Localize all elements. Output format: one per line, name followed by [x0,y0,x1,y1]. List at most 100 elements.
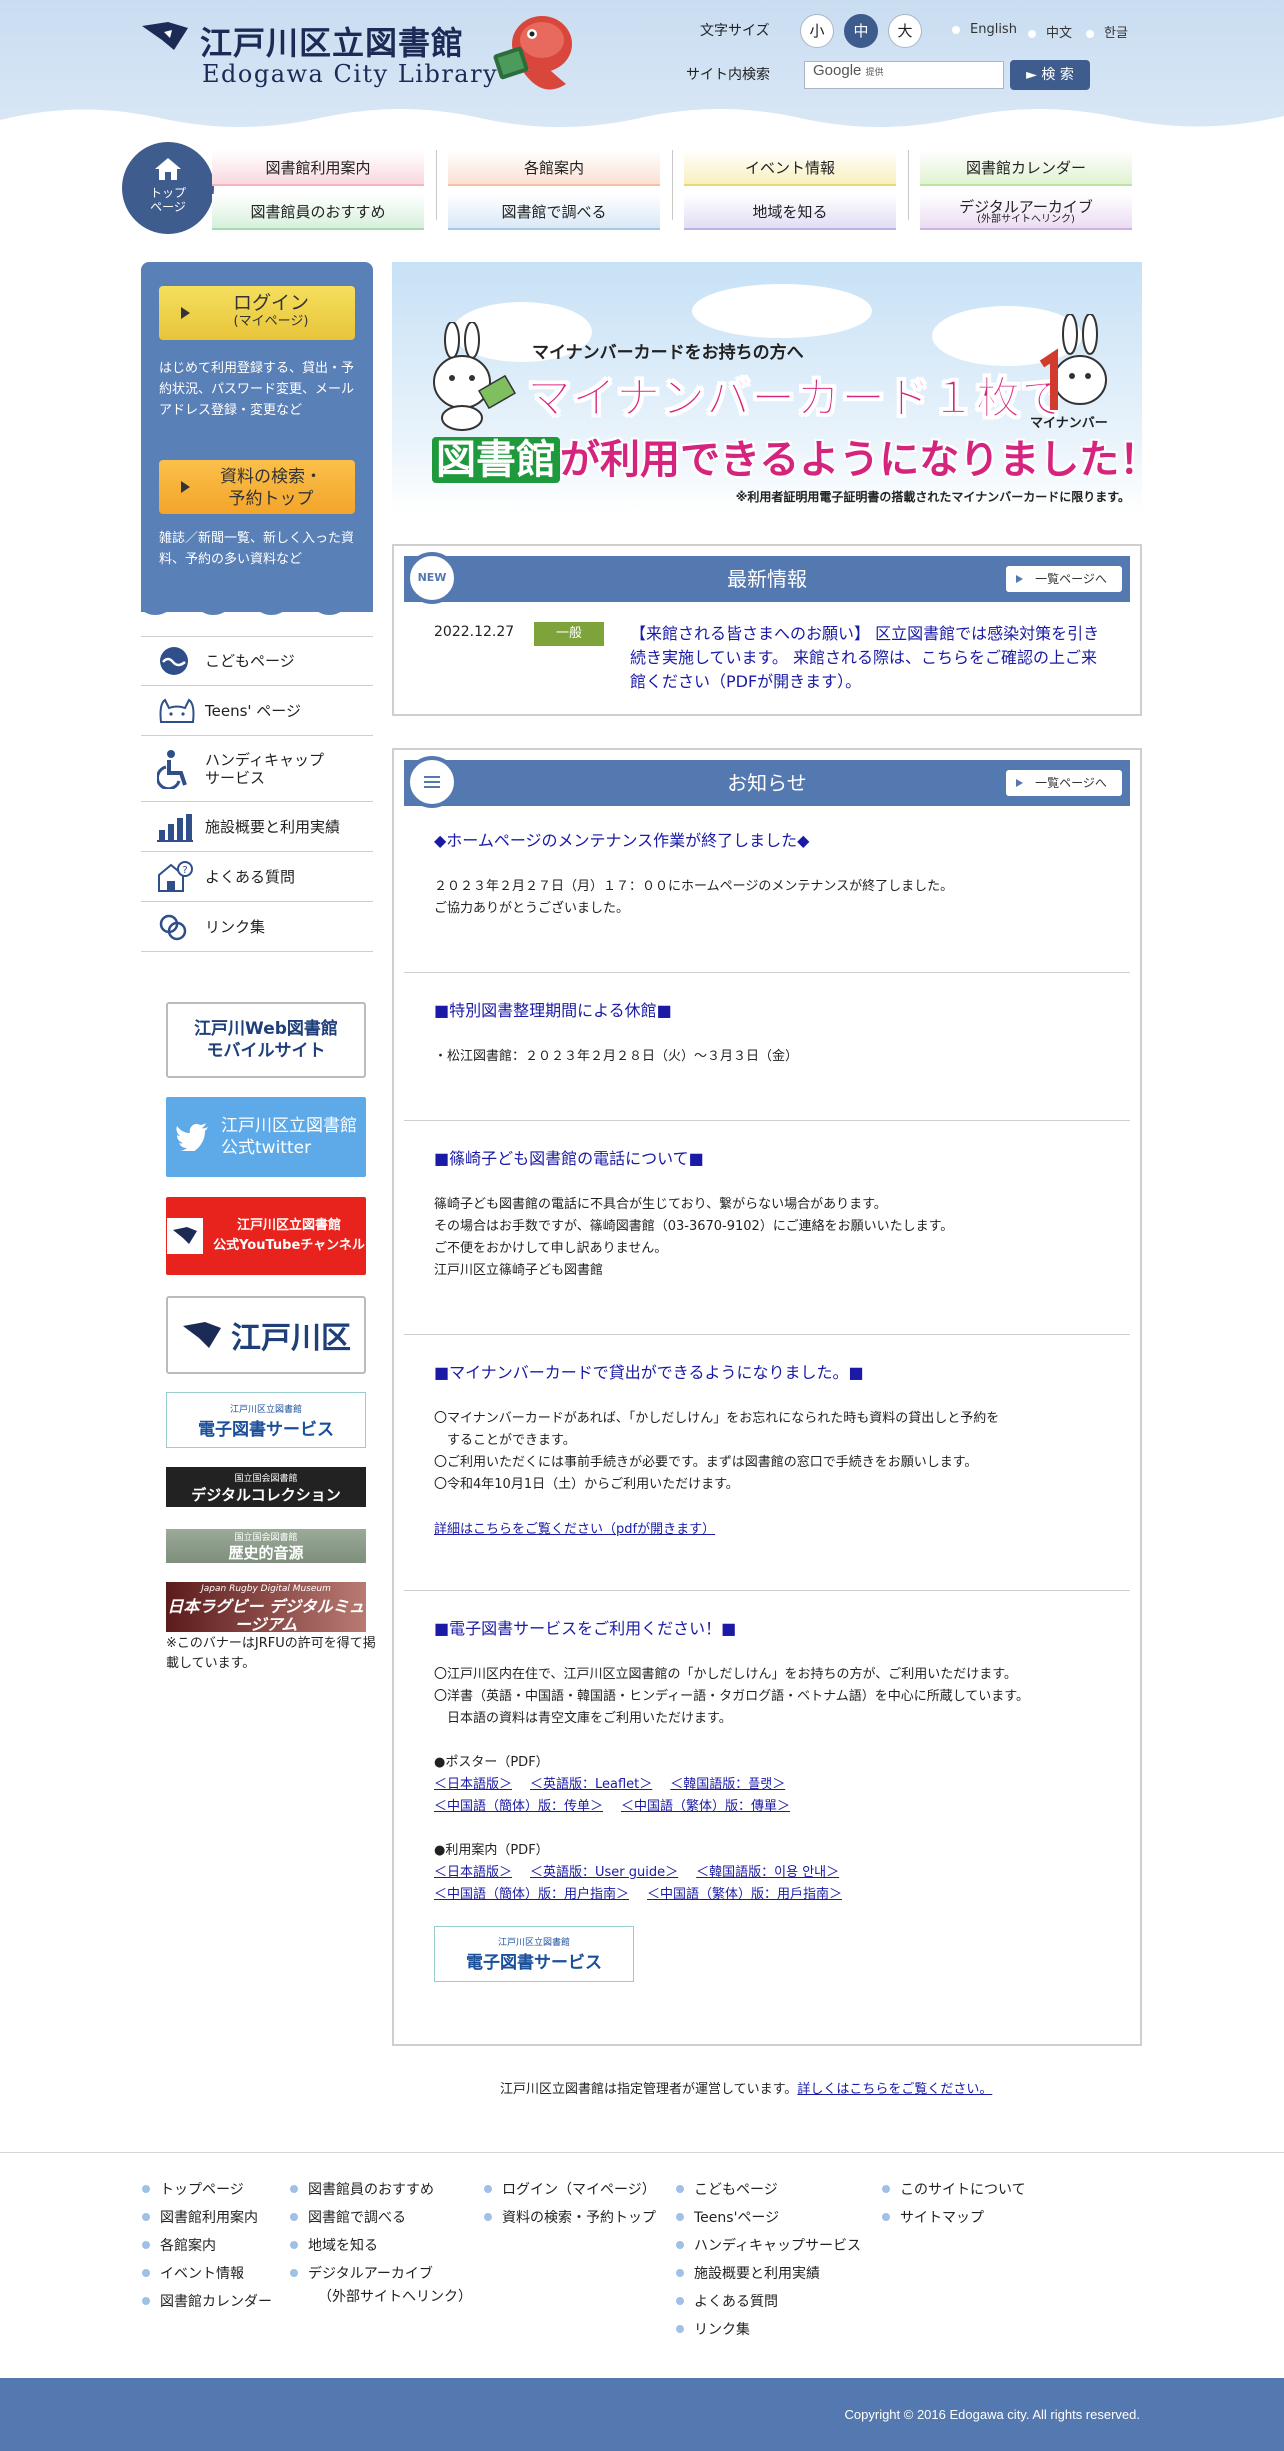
notices-more-button[interactable]: 一覧ページへ [1006,770,1122,796]
guide-link-zh-hans[interactable]: ＜中国語（簡体）版：用户指南＞ [434,1887,629,1902]
notice-title[interactable]: ■マイナンバーカードで貸出ができるようになりました。■ [434,1362,1104,1384]
notices-title: お知らせ [727,771,807,795]
site-logo[interactable]: 江戸川区立図書館 Edogawa City Library [140,16,580,98]
notice-title[interactable]: ■電子図書サービスをご利用ください！■ [434,1618,1104,1640]
guide-link-ja[interactable]: ＜日本語版＞ [434,1865,512,1880]
sidebar-item-teens[interactable]: Teens' ページ [141,686,373,736]
news-title-link[interactable]: 【来館される皆さまへのお願い】 区立図書館では感染対策を引き続き実施しています。… [630,622,1110,694]
search-button-label: 検 索 [1041,67,1074,83]
search-placeholder-suffix: 提供 [865,67,884,77]
footer-link[interactable]: サイトマップ [882,2204,1026,2232]
library-logo-icon [167,1218,204,1254]
historical-recordings-banner[interactable]: 国立国会図書館 歴史的音源 [166,1529,366,1563]
login-label: ログイン [232,292,309,314]
footer-link[interactable]: 資料の検索・予約トップ [484,2204,656,2232]
notice-divider [404,1334,1130,1335]
notice-title[interactable]: ■篠崎子ども図書館の電話について■ [434,1148,1104,1170]
nav-digital-archive[interactable]: デジタルアーカイブ (外部サイトへリンク) [920,194,1132,230]
nav-events[interactable]: イベント情報 [684,150,896,186]
footer-link[interactable]: 図書館カレンダー [142,2288,272,2316]
sidebar-item-links[interactable]: リンク集 [141,902,373,952]
guide-link-zh-hant[interactable]: ＜中国語（繁体）版：用戶指南＞ [647,1887,842,1902]
font-size-large-button[interactable]: 大 [888,14,922,48]
font-size-medium-button[interactable]: 中 [844,14,878,48]
footer-link[interactable]: デジタルアーカイブ （外部サイトへリンク） [290,2260,472,2306]
sidebar-item-kids[interactable]: こどもページ [141,636,373,686]
guide-label: ●利用案内（PDF） [434,1843,549,1858]
nav-top-page-button[interactable]: トップ ページ [122,142,214,234]
management-link[interactable]: 詳しくはこちらをご覧ください。 [797,2082,992,2097]
home-icon [155,158,181,180]
arrow-right-icon [181,307,190,319]
poster-link-zh-hans[interactable]: ＜中国語（簡体）版：传单＞ [434,1799,603,1814]
footer-link[interactable]: ログイン（マイページ） [484,2176,656,2204]
footer-link[interactable]: Teens'ページ [676,2204,861,2232]
site-search-input[interactable]: Google 提供 [804,61,1004,89]
mynumber-detail-link[interactable]: 詳細はこちらをご覧ください（pdfが開きます） [434,1518,1104,1537]
search-button[interactable]: ► 検 索 [1010,60,1090,90]
nav-research[interactable]: 図書館で調べる [448,194,660,230]
footer-link[interactable]: 施設概要と利用実績 [676,2260,861,2288]
notices-header: お知らせ 一覧ページへ [404,756,1130,808]
sidebar-item-label: ハンディキャップ サービス [205,750,324,787]
footer-link[interactable]: ハンディキャップサービス [676,2232,861,2260]
poster-link-ko[interactable]: ＜韓国語版：플랫＞ [670,1777,785,1792]
nav-staff-picks[interactable]: 図書館員のおすすめ [212,194,424,230]
guide-link-en[interactable]: ＜英語版：User guide＞ [530,1865,678,1880]
mobile-site-banner[interactable]: 江戸川Web図書館 モバイルサイト [166,1002,366,1078]
nav-separator [672,150,673,220]
footer-link[interactable]: 図書館で調べる [290,2204,472,2232]
login-button[interactable]: ログイン (マイページ) [159,286,355,340]
edogawa-ward-banner[interactable]: 江戸川区 [166,1296,366,1374]
sidebar-item-accessibility[interactable]: ハンディキャップ サービス [141,736,373,802]
poster-link-ja[interactable]: ＜日本語版＞ [434,1777,512,1792]
poster-link-zh-hant[interactable]: ＜中国語（繁体）版：傳單＞ [621,1799,790,1814]
nav-local-area[interactable]: 地域を知る [684,194,896,230]
wheelchair-icon [157,749,187,789]
copyright: Copyright © 2016 Edogawa city. All right… [0,2378,1284,2451]
footer-link[interactable]: このサイトについて [882,2176,1026,2204]
notice-title[interactable]: ◆ホームページのメンテナンス作業が終了しました◆ [434,830,1104,852]
catalog-search-button[interactable]: 資料の検索・ 予約トップ [159,460,355,514]
sidebar-item-faq[interactable]: ? よくある質問 [141,852,373,902]
footer-link[interactable]: こどもページ [676,2176,861,2204]
youtube-banner[interactable]: 江戸川区立図書館 公式YouTubeチャンネル [166,1197,366,1275]
ebook-service-banner[interactable]: 江戸川区立図書館 電子図書サービス [166,1392,366,1448]
lang-korean-link[interactable]: 한글 [1086,22,1128,41]
notices-panel: お知らせ 一覧ページへ ◆ホームページのメンテナンス作業が終了しました◆ ２０２… [392,748,1142,2046]
guide-links: ●利用案内（PDF） ＜日本語版＞ ＜英語版：User guide＞ ＜韓国語版：이… [434,1840,1104,1906]
footer-link[interactable]: イベント情報 [142,2260,272,2288]
twitter-banner[interactable]: 江戸川区立図書館 公式twitter [166,1097,366,1177]
nav-branches[interactable]: 各館案内 [448,150,660,186]
footer-link[interactable]: 図書館員のおすすめ [290,2176,472,2204]
footer-link[interactable]: トップページ [142,2176,272,2204]
latest-news-more-button[interactable]: 一覧ページへ [1006,566,1122,592]
management-text: 江戸川区立図書館は指定管理者が運営しています。 [500,2082,798,2097]
lang-chinese-link[interactable]: 中文 [1028,22,1072,41]
rekishi-banner-label: 歴史的音源 [228,1544,304,1562]
poster-label: ●ポスター（PDF） [434,1755,549,1770]
latest-news-header: NEW 最新情報 一覧ページへ [404,552,1130,604]
edogawa-ward-banner-label: 江戸川区 [231,1321,351,1356]
font-size-small-button[interactable]: 小 [800,14,834,48]
poster-link-en[interactable]: ＜英語版：Leaflet＞ [530,1777,652,1792]
svg-text:?: ? [182,865,187,876]
footer-link[interactable]: 各館案内 [142,2232,272,2260]
footer-link[interactable]: よくある質問 [676,2288,861,2316]
notice-title[interactable]: ■特別図書整理期間による休館■ [434,1000,1104,1022]
rugby-museum-banner[interactable]: Japan Rugby Digital Museum 日本ラグビー デジタルミュ… [166,1582,366,1634]
footer-link[interactable]: リンク集 [676,2316,861,2344]
sidebar-item-facility[interactable]: 施設概要と利用実績 [141,802,373,852]
footer-link[interactable]: 地域を知る [290,2232,472,2260]
footer-link[interactable]: 図書館利用案内 [142,2204,272,2232]
notice-body: ・松江図書館：２０２３年２月２８日（火）〜３月３日（金） [434,1049,799,1064]
guide-link-ko[interactable]: ＜韓国語版：이용 안내＞ [696,1865,839,1880]
ebook-service-inline-banner[interactable]: 江戸川区立図書館 電子図書サービス [434,1926,634,1982]
nav-separator [908,150,909,220]
ndl-digital-collection-banner[interactable]: 国立国会図書館 デジタルコレクション [166,1467,366,1507]
sidebar-item-label: よくある質問 [205,867,296,886]
nav-usage-guide[interactable]: 図書館利用案内 [212,150,424,186]
mynumber-card-hero-banner[interactable]: マイナンバーカードをお持ちの方へ マイナンバーカード１枚で 図書館 が利用できるよ… [392,262,1142,514]
nav-calendar[interactable]: 図書館カレンダー [920,150,1132,186]
lang-english-link[interactable]: English [952,22,1017,37]
